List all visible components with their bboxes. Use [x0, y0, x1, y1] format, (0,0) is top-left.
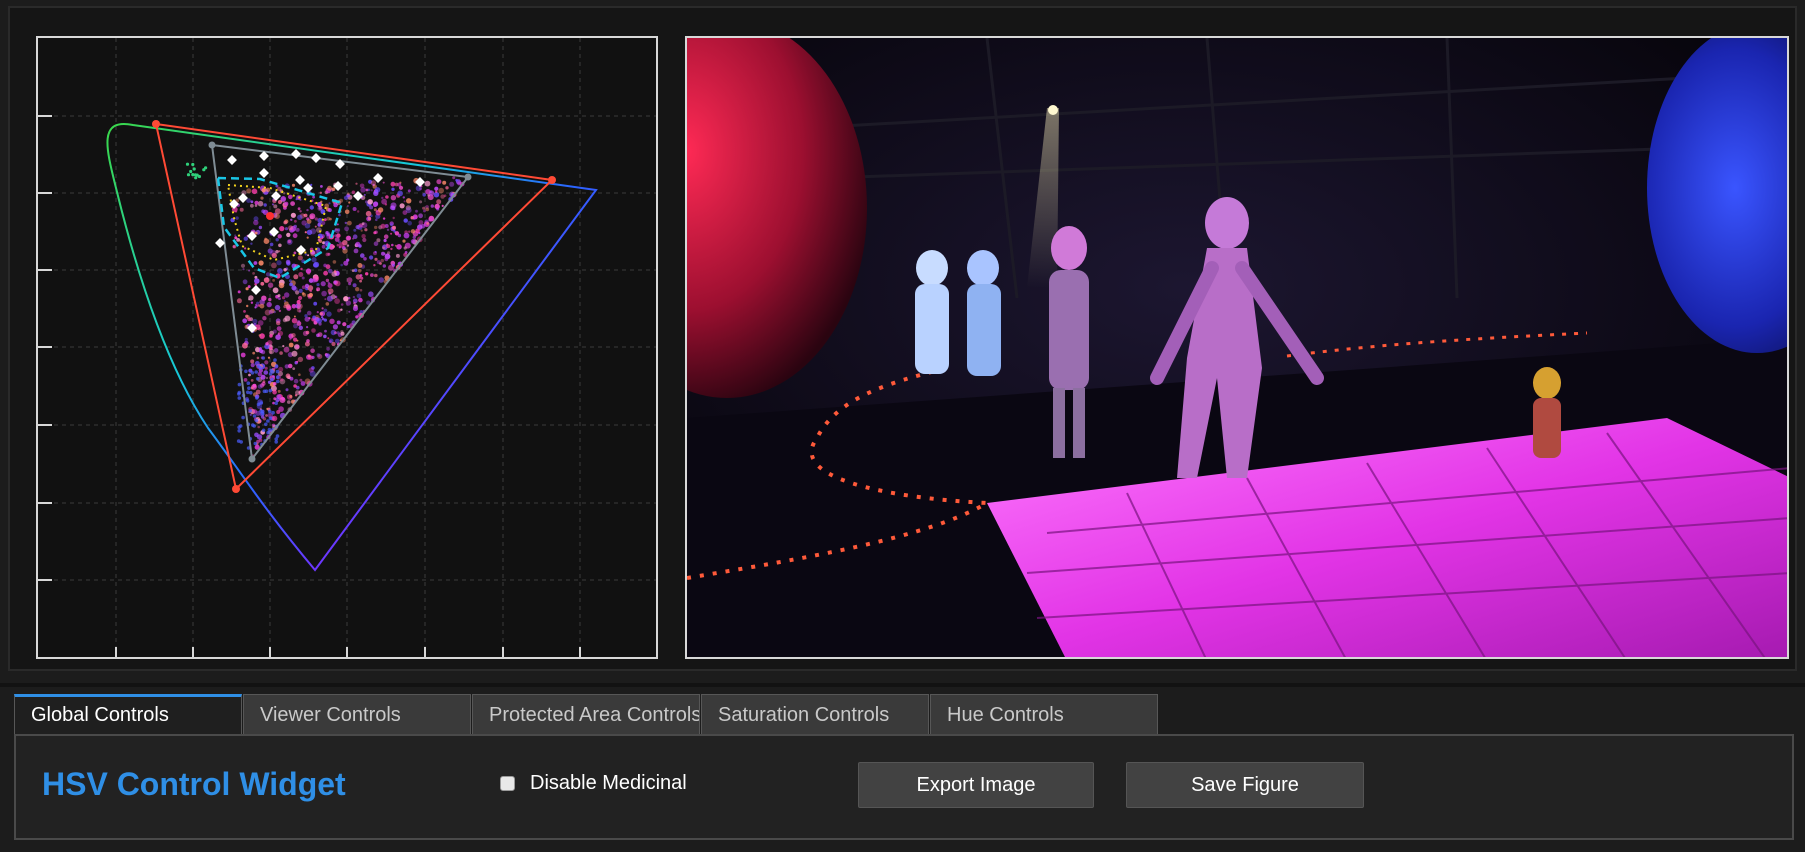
viewer-panel [8, 6, 1797, 671]
sample-diamond [311, 153, 321, 163]
gamut-vertex[interactable] [248, 455, 256, 463]
photo-icon [687, 38, 1787, 657]
sample-diamond [295, 175, 305, 185]
disable-checkbox-label[interactable]: Disable Medicinal [530, 772, 700, 795]
gamut-vertex[interactable] [152, 120, 160, 128]
tab-protected-area-controls[interactable]: Protected Area Controls [472, 694, 700, 734]
tab-global-controls[interactable]: Global Controls [14, 694, 242, 734]
export-image-button[interactable]: Export Image [858, 762, 1094, 808]
chromaticity-plot [38, 38, 656, 657]
splitter[interactable] [0, 683, 1805, 687]
global-controls-panel: HSV Control Widget Disable Medicinal Exp… [14, 734, 1794, 840]
sample-diamond [227, 155, 237, 165]
image-viewer[interactable] [685, 36, 1789, 659]
grid-lines [38, 38, 656, 657]
widget-title: HSV Control Widget [42, 766, 346, 802]
gamut-vertex[interactable] [464, 173, 472, 181]
save-figure-button[interactable]: Save Figure [1126, 762, 1364, 808]
sample-diamond [296, 245, 306, 255]
gamut-vertex[interactable] [548, 176, 556, 184]
pixel-scatter [185, 162, 465, 459]
sample-diamond [269, 227, 279, 237]
gamut-vertex[interactable] [208, 141, 216, 149]
chromaticity-diagram[interactable] [36, 36, 658, 659]
white-point-marker [266, 212, 274, 220]
sample-diamond [291, 149, 301, 159]
tab-viewer-controls[interactable]: Viewer Controls [243, 694, 471, 734]
sample-diamond [251, 285, 261, 295]
gamut-vertex[interactable] [232, 485, 240, 493]
tab-saturation-controls[interactable]: Saturation Controls [701, 694, 929, 734]
tab-hue-controls[interactable]: Hue Controls [930, 694, 1158, 734]
sample-diamond [259, 168, 269, 178]
disable-checkbox[interactable] [500, 776, 515, 791]
